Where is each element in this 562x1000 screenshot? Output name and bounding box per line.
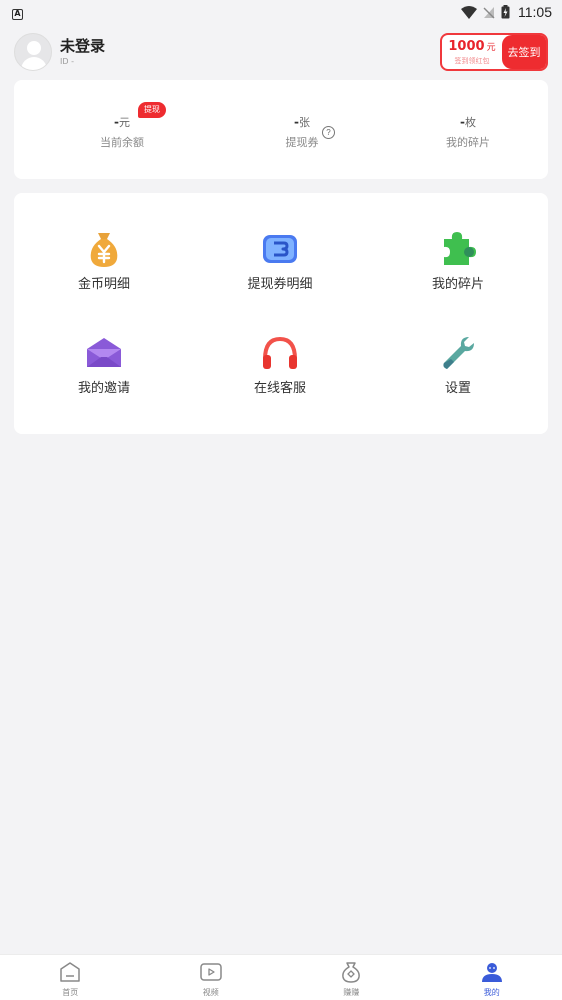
battery-charging-icon [501,5,510,19]
no-signal-icon [483,6,495,18]
menu-item-my-invitations[interactable]: 我的邀请 [34,333,174,397]
avatar[interactable] [14,33,52,71]
menu-label: 在线客服 [253,381,306,396]
menu-item-coin-details[interactable]: 金币明细 [34,229,174,293]
puzzle-icon [438,229,478,269]
signin-amount: 1000 元 [448,38,496,54]
balance-value: -元 [114,115,130,129]
profile-icon [481,963,502,982]
menu-item-online-service[interactable]: 在线客服 [210,333,350,397]
menu-label: 提现券明细 [247,277,313,292]
nav-item-home[interactable]: 首页 [0,955,141,1000]
stat-voucher[interactable]: -张 提现券 [242,114,362,152]
video-icon [200,963,222,981]
voucher-icon [260,229,300,269]
notification-a-icon: A [12,8,23,20]
nav-label: 首页 [62,988,79,997]
status-right: 11:05 [461,4,552,20]
envelope-icon [84,333,124,373]
withdraw-badge[interactable]: 提现 [138,102,166,118]
user-name[interactable]: 未登录 [60,36,105,56]
earn-icon [342,962,361,983]
wrench-icon [438,333,478,373]
fragments-value: -枚 [460,115,476,129]
user-info[interactable]: 未登录 ID - [60,36,105,68]
home-icon [60,962,80,982]
menu-item-my-fragments[interactable]: 我的碎片 [388,229,528,293]
headphones-icon [260,333,300,373]
money-bag-icon [84,229,124,269]
menu-item-voucher-details[interactable]: 提现券明细 [210,229,350,293]
balance-label: 当前余额 [100,136,144,149]
status-bar: A 11:05 [0,0,562,24]
profile-header: 未登录 ID - 1000 元 签到领红包 去签到 [14,32,548,72]
wifi-icon [461,5,477,19]
nav-item-mine[interactable]: 我的 [422,955,562,1000]
menu-label: 我的碎片 [431,277,484,292]
signin-reward[interactable]: 1000 元 签到领红包 [442,35,502,69]
menu-label: 我的邀请 [77,381,130,396]
user-id: ID - [60,57,74,66]
fragments-label: 我的碎片 [446,136,490,149]
nav-label: 视频 [202,988,219,997]
signin-button[interactable]: 去签到 [502,35,546,69]
menu-item-settings[interactable]: 设置 [388,333,528,397]
clock: 11:05 [518,4,552,20]
menu-label: 设置 [444,381,471,396]
status-left: A [12,5,23,20]
nav-label: 赚赚 [343,988,360,997]
help-icon[interactable]: ? [322,126,335,139]
menu-label: 金币明细 [77,277,130,292]
nav-label: 我的 [483,988,500,997]
nav-item-earn[interactable]: 赚赚 [281,955,422,1000]
stat-fragments[interactable]: -枚 我的碎片 [408,114,528,152]
signin-banner[interactable]: 1000 元 签到领红包 去签到 [440,33,548,71]
nav-item-video[interactable]: 视频 [141,955,282,1000]
menu-card: 金币明细 提现券明细 我的碎片 我的邀请 在线客服 设置 [14,193,548,434]
voucher-value: -张 [294,115,310,129]
voucher-label: 提现券 [285,136,319,149]
stats-card: -元 当前余额 提现 -张 提现券 ? -枚 我的碎片 [14,80,548,179]
stat-balance[interactable]: -元 当前余额 [62,114,182,152]
signin-subtitle: 签到领红包 [454,56,490,65]
bottom-nav: 首页 视频 赚赚 我的 [0,954,562,1000]
